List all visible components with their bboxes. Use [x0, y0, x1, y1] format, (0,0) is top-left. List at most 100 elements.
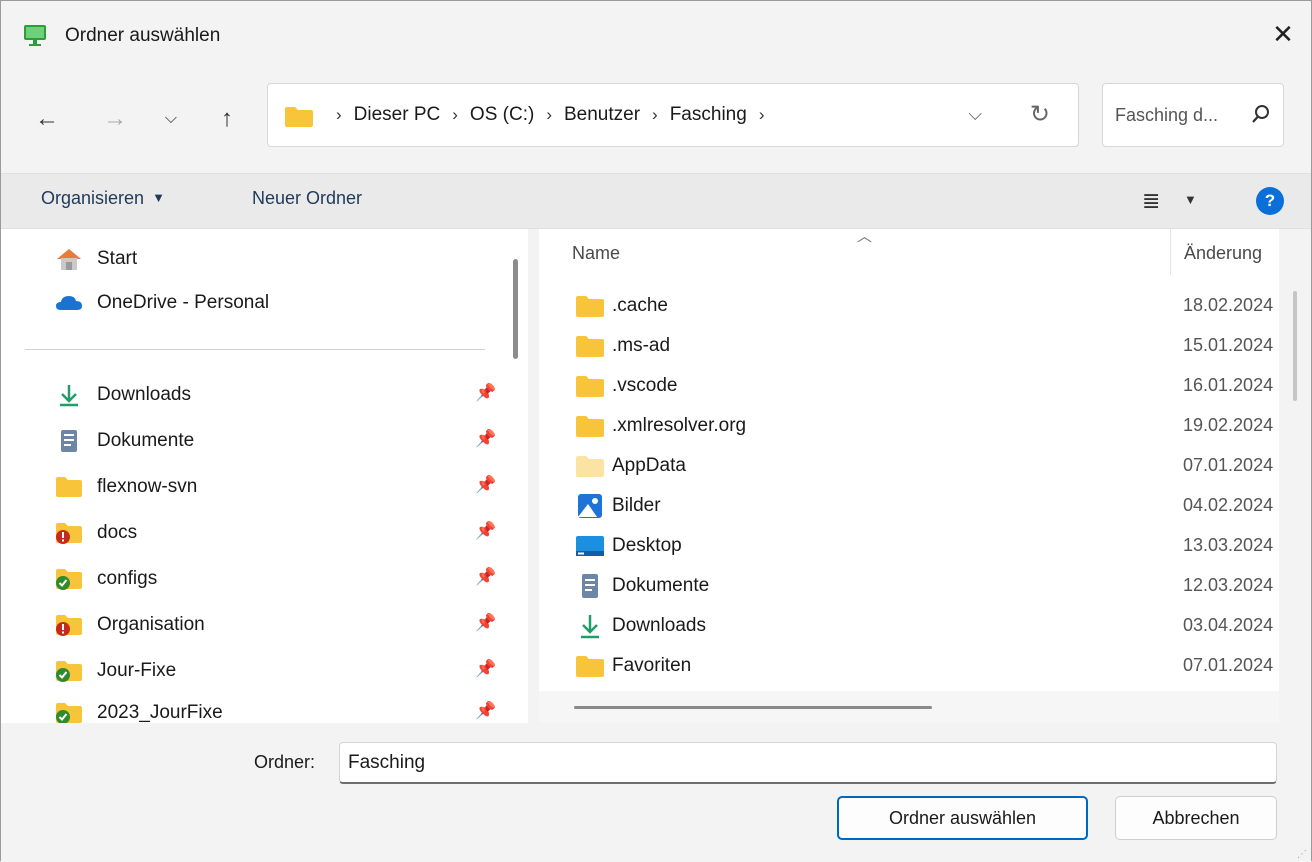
organize-menu-button[interactable]: Organisieren ▼ [41, 188, 165, 209]
pin-icon[interactable]: 📌 [475, 701, 496, 721]
pin-icon[interactable]: 📌 [475, 567, 496, 587]
breadcrumb-separator: › [336, 105, 342, 124]
pin-icon[interactable]: 📌 [475, 613, 496, 633]
breadcrumb-drive-c[interactable]: OS (C:) [470, 104, 534, 126]
column-divider[interactable] [1170, 229, 1171, 275]
folder-icon [576, 656, 604, 677]
dialog-footer: Ordner: Ordner auswählen Abbrechen ⋰ [1, 723, 1311, 862]
cloud-icon [56, 296, 82, 310]
search-icon[interactable] [1251, 104, 1271, 126]
nav-item-onedrive[interactable]: OneDrive - Personal [1, 283, 501, 323]
close-icon[interactable]: ✕ [1255, 11, 1311, 57]
nav-item-start[interactable]: Start [1, 239, 501, 279]
resize-grip-icon[interactable]: ⋰ [1297, 850, 1307, 860]
nav-item-downloads[interactable]: Downloads 📌 [1, 375, 501, 415]
file-name: Desktop [612, 535, 682, 556]
pin-icon[interactable]: 📌 [475, 429, 496, 449]
title-bar: Ordner auswählen ✕ [1, 1, 1311, 67]
command-bar: Organisieren ▼ Neuer Ordner ≣ ▼ ? [1, 173, 1311, 229]
breadcrumb-fasching[interactable]: Fasching [670, 104, 747, 126]
forward-arrow-icon[interactable]: → [97, 101, 133, 137]
pin-icon[interactable]: 📌 [475, 383, 496, 403]
nav-scrollbar[interactable] [513, 259, 518, 359]
navigation-pane: Start OneDrive - Personal Downloads 📌 Do… [1, 229, 528, 723]
organize-label: Organisieren [41, 188, 145, 208]
nav-item-label: docs [97, 522, 138, 543]
recent-locations-chevron-icon[interactable]: ⌵ [153, 101, 189, 137]
nav-item-label: flexnow-svn [97, 476, 198, 497]
file-name: .vscode [612, 375, 678, 396]
nav-item-dokumente[interactable]: Dokumente 📌 [1, 421, 501, 461]
nav-item-organisation[interactable]: Organisation 📌 [1, 605, 501, 645]
desktop-icon [576, 536, 604, 556]
nav-item-flexnow-svn[interactable]: flexnow-svn 📌 [1, 467, 501, 507]
help-icon[interactable]: ? [1256, 187, 1284, 215]
pin-icon[interactable]: 📌 [475, 521, 496, 541]
document-icon [582, 574, 598, 598]
cancel-button[interactable]: Abbrechen [1115, 796, 1277, 840]
nav-item-label: 2023_JourFixe [97, 702, 223, 723]
nav-item-label: Start [97, 248, 138, 269]
folder-synced-icon [56, 703, 82, 723]
navigation-bar: ← → ⌵ ↑ › Dieser PC › OS (C:) › Benutzer… [1, 67, 1311, 173]
file-row[interactable]: Downloads 03.04.2024 [539, 607, 1279, 645]
sort-ascending-icon: ︿ [857, 229, 873, 245]
document-icon [61, 430, 77, 452]
file-row[interactable]: Desktop 13.03.2024 [539, 527, 1279, 565]
select-folder-button[interactable]: Ordner auswählen [837, 796, 1088, 840]
file-date: 13.03.2024 [1183, 535, 1274, 555]
column-header-date[interactable]: Änderung [1184, 243, 1262, 264]
back-arrow-icon[interactable]: ← [29, 101, 65, 137]
address-bar[interactable]: › Dieser PC › OS (C:) › Benutzer › Fasch… [267, 83, 1079, 147]
file-list: ︿ Name Änderung .cache 18.02.2024 .ms-ad… [539, 229, 1279, 723]
breadcrumb-separator[interactable]: › [759, 105, 765, 125]
pin-icon[interactable]: 📌 [475, 659, 496, 679]
horizontal-scrollbar[interactable] [539, 691, 1279, 723]
nav-item-label: OneDrive - Personal [97, 292, 270, 313]
nav-item-label: configs [97, 568, 158, 589]
column-header-name[interactable]: Name [572, 243, 620, 264]
search-placeholder: Fasching d... [1115, 105, 1219, 125]
view-options-caret-icon[interactable]: ▼ [1184, 192, 1197, 207]
download-icon [60, 385, 78, 407]
nav-item-docs[interactable]: docs 📌 [1, 513, 501, 553]
up-arrow-icon[interactable]: ↑ [209, 101, 245, 137]
file-row[interactable]: .ms-ad 15.01.2024 [539, 327, 1279, 365]
file-row[interactable]: Bilder 04.02.2024 [539, 487, 1279, 525]
pictures-icon [578, 494, 602, 518]
folder-name-field[interactable] [339, 742, 1277, 784]
file-date: 04.02.2024 [1183, 495, 1274, 515]
folder-icon [576, 416, 604, 437]
file-row[interactable]: Dokumente 12.03.2024 [539, 567, 1279, 605]
home-icon [57, 249, 81, 270]
file-row[interactable]: .vscode 16.01.2024 [539, 367, 1279, 405]
folder-synced-icon [56, 661, 82, 682]
nav-item-2023-jourfixe[interactable]: 2023_JourFixe 📌 [1, 693, 501, 723]
file-row[interactable]: .cache 18.02.2024 [539, 287, 1279, 325]
nav-item-label: Dokumente [97, 430, 195, 451]
file-row[interactable]: AppData 07.01.2024 [539, 447, 1279, 485]
file-list-vertical-scrollbar[interactable] [1293, 291, 1297, 401]
file-row[interactable]: Favoriten 07.01.2024 [539, 647, 1279, 685]
file-row[interactable]: .xmlresolver.org 19.02.2024 [539, 407, 1279, 445]
breadcrumb-this-pc[interactable]: Dieser PC [354, 104, 441, 126]
horizontal-scroll-thumb[interactable] [574, 706, 932, 709]
refresh-icon[interactable]: ↻ [1030, 100, 1050, 129]
breadcrumb-users[interactable]: Benutzer [564, 104, 640, 126]
folder-icon [576, 296, 604, 317]
pin-icon[interactable]: 📌 [475, 475, 496, 495]
file-name: AppData [612, 455, 686, 476]
new-folder-button[interactable]: Neuer Ordner [252, 188, 362, 209]
breadcrumb: › Dieser PC › OS (C:) › Benutzer › Fasch… [324, 104, 776, 126]
file-date: 07.01.2024 [1183, 655, 1274, 675]
file-name: Favoriten [612, 655, 692, 676]
address-history-chevron-icon[interactable]: ⌵ [968, 104, 982, 125]
nav-item-label: Jour-Fixe [97, 660, 177, 681]
file-name: Bilder [612, 495, 661, 516]
view-list-icon[interactable]: ≣ [1142, 188, 1160, 214]
folder-error-icon [56, 523, 82, 544]
nav-item-jour-fixe[interactable]: Jour-Fixe 📌 [1, 651, 501, 691]
file-date: 18.02.2024 [1183, 295, 1274, 315]
nav-item-configs[interactable]: configs 📌 [1, 559, 501, 599]
search-input[interactable]: Fasching d... [1102, 83, 1284, 147]
